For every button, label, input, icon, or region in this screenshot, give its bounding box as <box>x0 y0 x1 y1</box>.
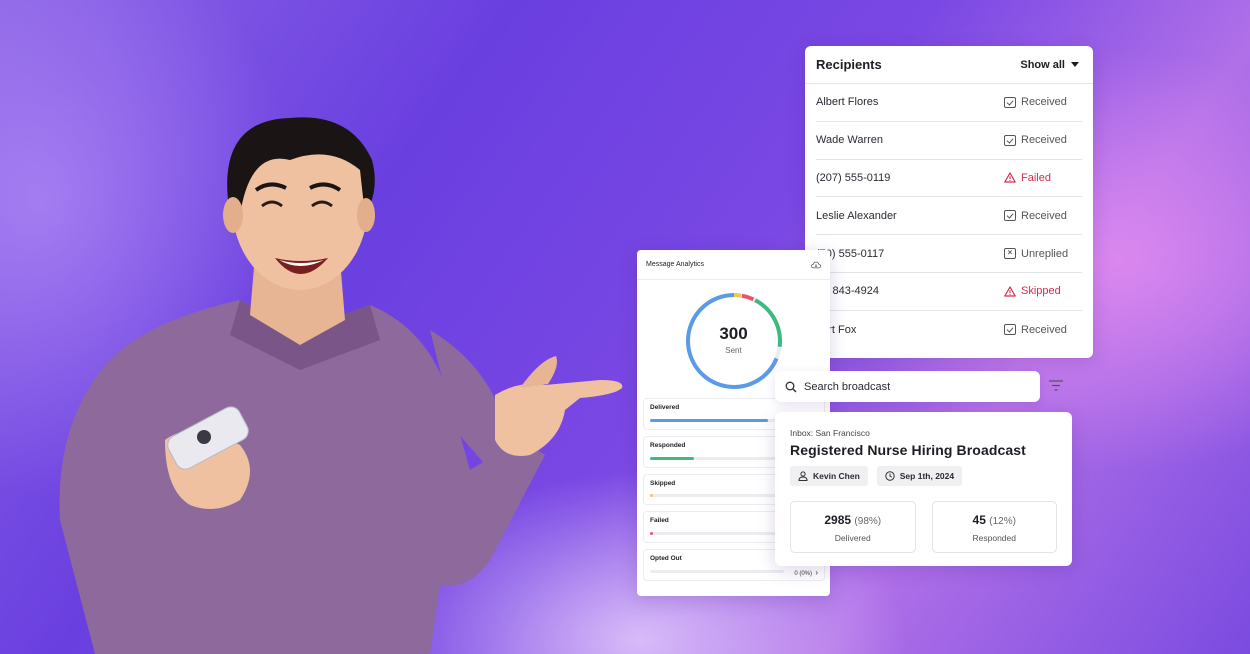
stat-progress-track <box>650 494 784 498</box>
pointing-hand <box>495 380 623 456</box>
stat-progress-track <box>650 569 784 573</box>
recipients-list: Albert Flores Received Wade Warren Received… <box>805 84 1093 349</box>
message-check-icon <box>1004 134 1016 146</box>
warning-icon <box>1004 172 1016 184</box>
stat-progress-fill <box>650 418 768 422</box>
responded-percent: (12%) <box>989 516 1016 527</box>
recipient-status-label: Skipped <box>1021 285 1061 298</box>
broadcast-card[interactable]: Inbox: San Francisco Registered Nurse Hi… <box>775 412 1072 566</box>
recipient-status-label: Failed <box>1021 171 1051 184</box>
show-all-label: Show all <box>1020 58 1065 71</box>
filter-icon[interactable] <box>1048 379 1064 392</box>
delivered-stat: 2985 (98%) Delivered <box>790 501 916 553</box>
message-x-icon: × <box>1004 248 1016 260</box>
recipient-name: Leslie Alexander <box>816 209 897 222</box>
recipient-status-label: Received <box>1021 96 1067 109</box>
recipient-name: Albert Flores <box>816 96 879 109</box>
recipient-status: Received <box>1004 210 1082 222</box>
message-check-icon <box>1004 324 1016 336</box>
sent-total: 300 <box>719 324 748 343</box>
delivered-count: 2985 <box>824 513 852 527</box>
broadcast-owner: Kevin Chen <box>813 471 860 481</box>
recipients-title: Recipients <box>816 57 882 72</box>
recipient-status: Failed <box>1004 172 1082 184</box>
search-icon <box>785 381 797 392</box>
recipient-status: × Unreplied <box>1004 248 1082 260</box>
analytics-header: Message Analytics <box>637 250 830 280</box>
ear <box>357 198 375 232</box>
chevron-right-icon[interactable]: › <box>815 568 818 577</box>
recipients-header: Recipients Show all <box>805 46 1093 84</box>
phone-camera <box>197 430 211 444</box>
user-icon <box>798 471 808 481</box>
stat-progress-track <box>650 418 784 422</box>
recipient-row[interactable]: (207) 555-0119 Failed <box>816 160 1082 198</box>
search-broadcast-input[interactable]: Search broadcast <box>775 371 1040 402</box>
recipient-status-label: Received <box>1021 323 1067 336</box>
clock-icon <box>885 471 895 481</box>
message-check-icon <box>1004 210 1016 222</box>
broadcast-title: Registered Nurse Hiring Broadcast <box>790 442 1026 458</box>
recipients-panel: Recipients Show all Albert Flores Receive… <box>805 46 1093 358</box>
recipient-row[interactable]: (70) 555-0117 × Unreplied <box>816 235 1082 273</box>
cloud-download-icon[interactable] <box>811 261 821 269</box>
warning-icon <box>1004 286 1016 297</box>
caret-down-icon <box>1071 62 1079 67</box>
responded-count: 45 <box>972 513 986 527</box>
recipient-name: (207) 555-0119 <box>816 171 891 184</box>
broadcast-inbox: Inbox: San Francisco <box>790 428 870 438</box>
broadcast-date-tag: Sep 1th, 2024 <box>876 466 963 486</box>
responded-label: Responded <box>972 533 1016 543</box>
stat-label: Delivered <box>650 404 680 411</box>
recipient-status: Skipped <box>1004 285 1082 297</box>
stat-value: 0 (0%) <box>794 570 812 577</box>
message-check-icon <box>1004 96 1016 108</box>
recipient-name: Wade Warren <box>816 134 884 147</box>
recipient-status: Received <box>1004 134 1082 146</box>
recipient-row[interactable]: (3) 843-4924 Skipped <box>816 273 1082 311</box>
delivered-label: Delivered <box>834 533 871 543</box>
recipient-status: Received <box>1004 324 1082 336</box>
recipient-row[interactable]: Wade Warren Received <box>816 122 1082 160</box>
recipient-status: Received <box>1004 96 1082 108</box>
stat-progress-track <box>650 532 784 536</box>
recipient-status-label: Unreplied <box>1021 247 1069 260</box>
broadcast-date: Sep 1th, 2024 <box>899 471 955 481</box>
recipient-row[interactable]: bert Fox Received <box>816 311 1082 349</box>
recipient-status-label: Received <box>1021 209 1067 222</box>
stat-progress-fill <box>650 456 695 460</box>
sent-label: Sent <box>725 346 742 355</box>
search-placeholder: Search broadcast <box>804 380 891 393</box>
stat-progress-track <box>650 456 784 460</box>
recipient-status-label: Received <box>1021 134 1067 147</box>
recipient-row[interactable]: Leslie Alexander Received <box>816 197 1082 236</box>
recipient-row[interactable]: Albert Flores Received <box>816 84 1082 122</box>
show-all-dropdown[interactable]: Show all <box>1020 59 1079 71</box>
stat-progress-fill <box>650 494 653 498</box>
broadcast-owner-tag: Kevin Chen <box>790 466 868 486</box>
analytics-title: Message Analytics <box>646 261 704 268</box>
delivered-percent: (98%) <box>854 516 882 527</box>
person-illustration <box>59 117 623 654</box>
thumb <box>520 356 557 388</box>
ear <box>223 197 243 233</box>
responded-stat: 45 (12%) Responded <box>931 501 1057 553</box>
stat-progress-fill <box>650 532 653 536</box>
